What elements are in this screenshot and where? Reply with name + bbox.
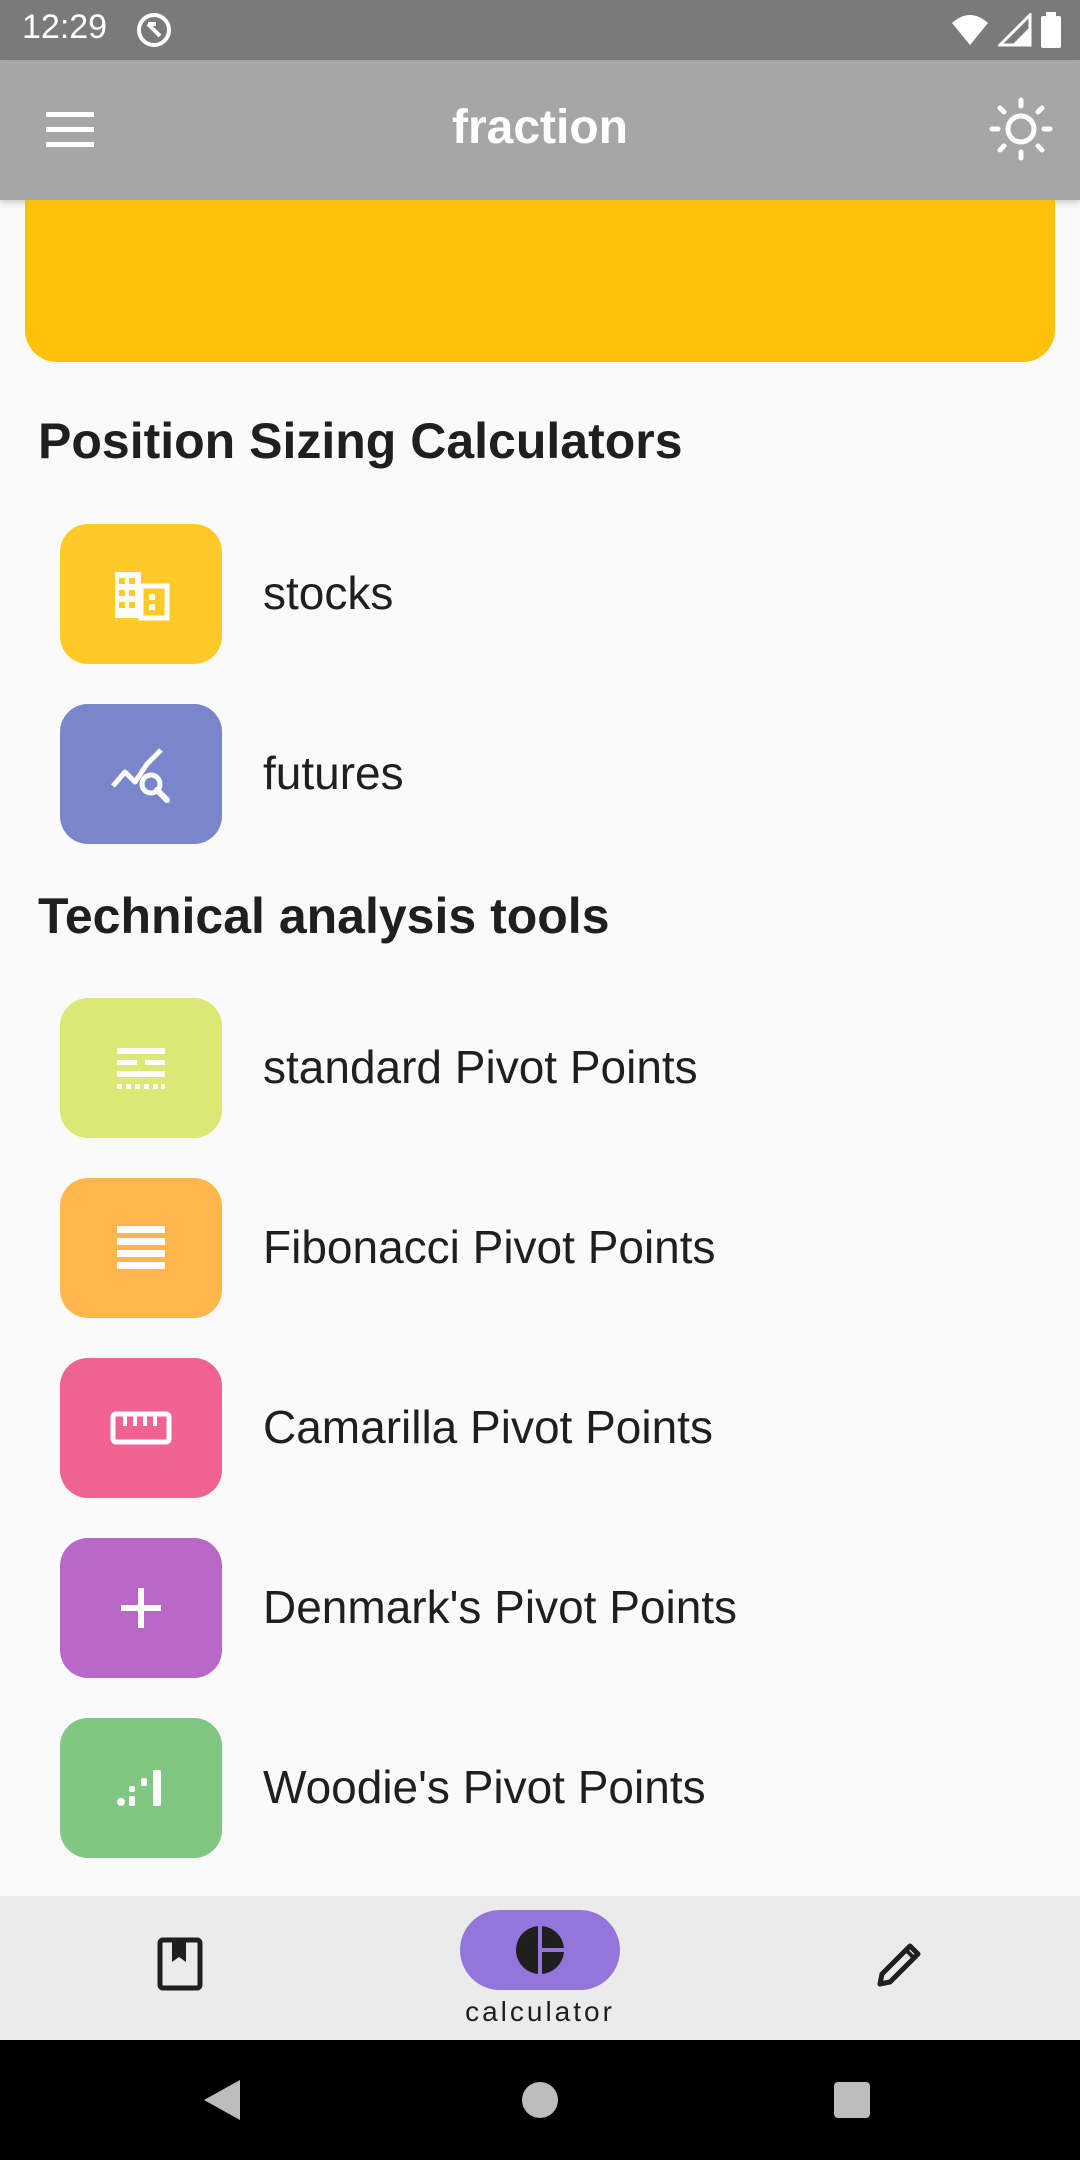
item-label: Camarilla Pivot Points (263, 1401, 713, 1453)
banner (25, 200, 1055, 362)
tile-standard-pivot (60, 998, 222, 1138)
list-item-woodie-pivot[interactable]: Woodie's Pivot Points (60, 1718, 1040, 1858)
system-nav-bar (0, 2040, 1080, 2160)
list-item-standard-pivot[interactable]: standard Pivot Points (60, 998, 1040, 1138)
cellular-signal-icon (998, 13, 1032, 47)
list-item-futures[interactable]: futures (60, 704, 1040, 844)
bottom-nav: calculator (0, 1896, 1080, 2040)
recents-icon[interactable] (834, 2082, 870, 2118)
tile-woodie-pivot (60, 1718, 222, 1858)
tile-camarilla-pivot (60, 1358, 222, 1498)
back-icon[interactable] (200, 2076, 244, 2124)
section-title-position-sizing: Position Sizing Calculators (38, 413, 683, 469)
list-item-fibonacci-pivot[interactable]: Fibonacci Pivot Points (60, 1178, 1040, 1318)
wifi-icon (952, 15, 988, 45)
pencil-icon[interactable] (872, 1936, 928, 1992)
list-item-camarilla-pivot[interactable]: Camarilla Pivot Points (60, 1358, 1040, 1498)
tile-fibonacci-pivot (60, 1178, 222, 1318)
item-label: stocks (263, 567, 394, 619)
item-label: standard Pivot Points (263, 1041, 698, 1093)
app-bar: fraction (0, 60, 1080, 200)
tile-denmark-pivot (60, 1538, 222, 1678)
battery-icon (1041, 12, 1061, 48)
brightness-icon[interactable] (988, 96, 1054, 162)
status-time: 12:29 (22, 8, 108, 46)
item-label: futures (263, 747, 404, 799)
section-title-technical-analysis: Technical analysis tools (38, 888, 610, 944)
app-notification-icon (137, 13, 171, 47)
chart-search-icon (111, 748, 170, 803)
lines-dotted-icon (117, 1048, 165, 1089)
status-bar: 12:29 (0, 0, 1080, 60)
list-item-denmark-pivot[interactable]: Denmark's Pivot Points (60, 1538, 1040, 1678)
building-icon (115, 572, 170, 621)
tile-futures (60, 704, 222, 844)
stacked-lines-icon (117, 1226, 165, 1269)
nav-calculator-button[interactable] (460, 1910, 620, 1990)
pie-chart-icon (516, 1924, 566, 1976)
book-icon[interactable] (152, 1936, 208, 1992)
item-label: Woodie's Pivot Points (263, 1761, 706, 1813)
ruler-icon (110, 1411, 172, 1445)
home-icon[interactable] (522, 2082, 558, 2118)
item-label: Denmark's Pivot Points (263, 1581, 738, 1633)
item-label: Fibonacci Pivot Points (263, 1221, 716, 1273)
tile-stocks (60, 524, 222, 664)
nav-calculator-label: calculator (465, 1996, 615, 2027)
list-item-stocks[interactable]: stocks (60, 524, 1040, 664)
app-title: fraction (451, 101, 628, 154)
plus-icon (121, 1588, 161, 1628)
status-icons (950, 12, 1062, 48)
dots-bars-icon (117, 1770, 161, 1806)
